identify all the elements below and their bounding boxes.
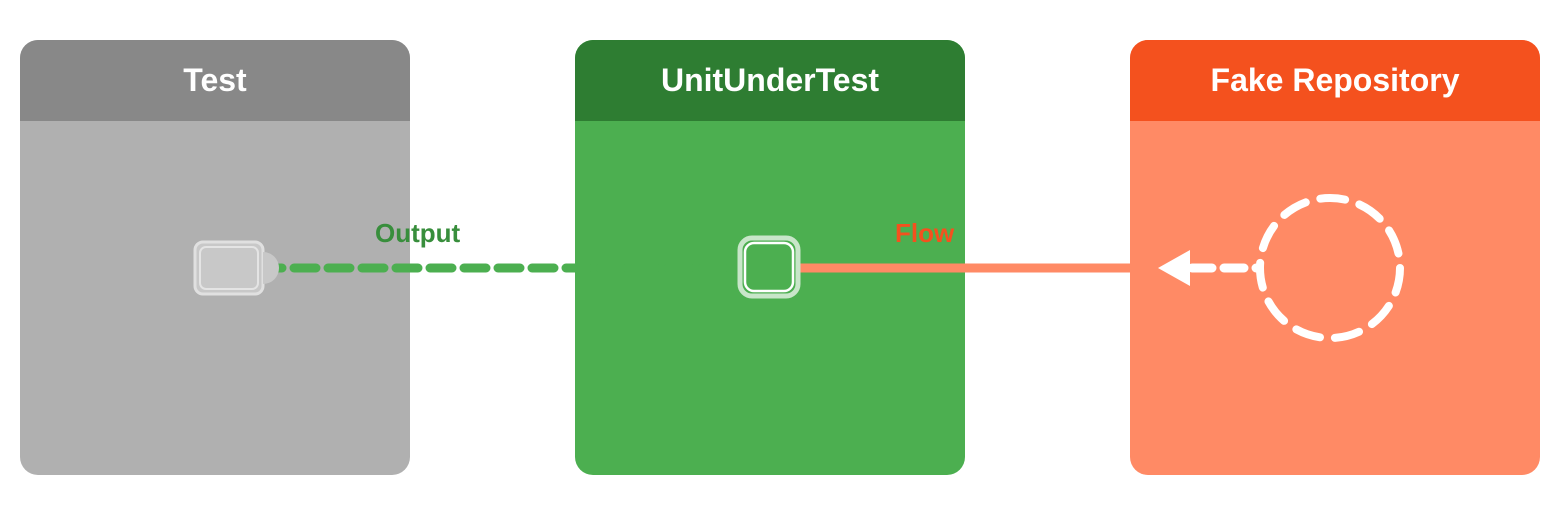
- test-box: Test: [20, 40, 410, 475]
- unit-box-body: [575, 121, 965, 475]
- flow-label: Flow: [895, 218, 954, 249]
- fake-box: Fake Repository: [1130, 40, 1540, 475]
- fake-box-header: Fake Repository: [1130, 40, 1540, 121]
- fake-box-body: [1130, 121, 1540, 475]
- unit-box: UnitUnderTest: [575, 40, 965, 475]
- unit-box-header: UnitUnderTest: [575, 40, 965, 121]
- output-label: Output: [375, 218, 460, 249]
- test-box-body: [20, 121, 410, 475]
- diagram: Test UnitUnderTest Fake Repository Outpu…: [0, 0, 1562, 513]
- test-box-header: Test: [20, 40, 410, 121]
